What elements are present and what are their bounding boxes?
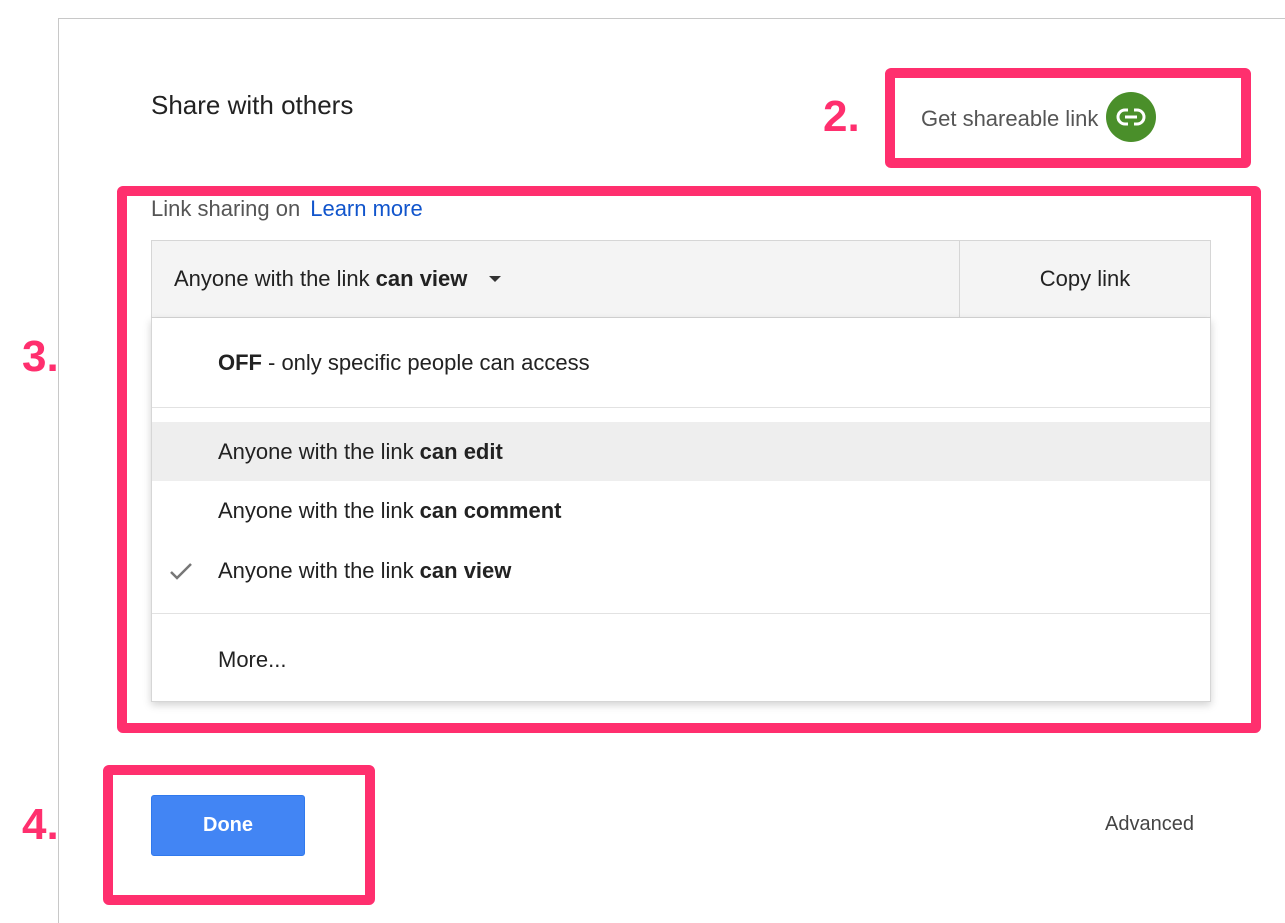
highlight-box-step2: [885, 68, 1251, 168]
step-number-2: 2.: [823, 92, 860, 141]
advanced-link[interactable]: Advanced: [1105, 813, 1194, 836]
step-number-4: 4.: [22, 800, 59, 849]
step-number-3: 3.: [22, 332, 59, 381]
highlight-box-step4: [103, 765, 375, 905]
dialog-title: Share with others: [151, 90, 354, 120]
highlight-box-step3: [117, 186, 1261, 733]
